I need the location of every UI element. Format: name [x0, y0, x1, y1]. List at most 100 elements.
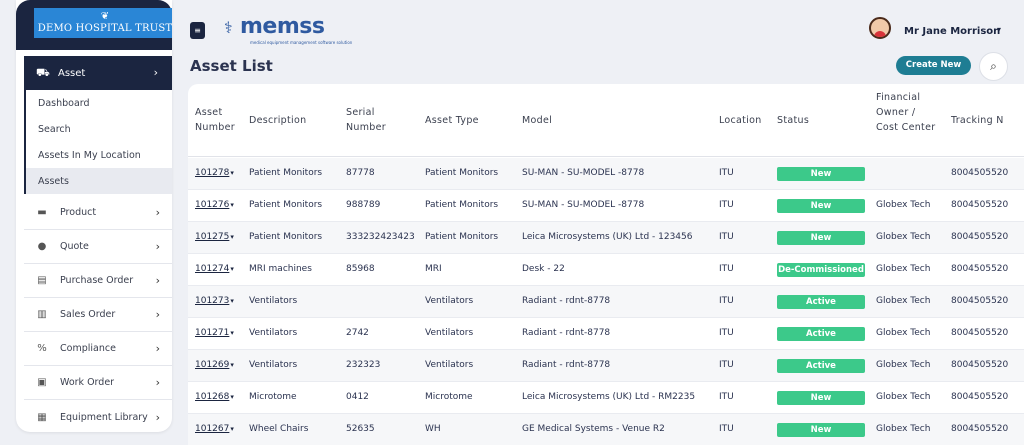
- cell-tracking-number: 8004505520: [951, 328, 1009, 338]
- asset-number: 101267: [195, 424, 230, 434]
- menu-toggle-button[interactable]: ≡: [190, 22, 205, 39]
- cell-asset-type: Ventilators: [425, 296, 474, 306]
- sidebar-item-product[interactable]: ▬ Product ›: [24, 196, 172, 230]
- asset-number: 101278: [195, 168, 230, 178]
- sidebar-item-quote[interactable]: ● Quote ›: [24, 230, 172, 264]
- cell-asset-type: Ventilators: [425, 360, 474, 370]
- status-badge: New: [777, 391, 865, 405]
- table-row[interactable]: 101278▾ Patient Monitors 87778 Patient Moni…: [188, 158, 1024, 190]
- cell-financial-owner: Globex Tech: [876, 392, 931, 402]
- asset-number: 101276: [195, 200, 230, 210]
- sidebar-item-compliance[interactable]: % Compliance ›: [24, 332, 172, 366]
- cell-asset-type: Ventilators: [425, 328, 474, 338]
- cell-model: SU-MAN - SU-MODEL -8778: [522, 200, 645, 210]
- asset-number-link[interactable]: 101274▾: [195, 264, 234, 274]
- table-row[interactable]: 101276▾ Patient Monitors 988789 Patient Mon…: [188, 190, 1024, 222]
- column-header-tracking-number[interactable]: Tracking N: [951, 113, 1004, 128]
- sidebar-item-label: Work Order: [60, 377, 115, 388]
- sidebar-menu: ▬ Product › ● Quote › ▤ Purchase Order ›…: [24, 196, 172, 432]
- cell-asset-type: Patient Monitors: [425, 168, 499, 178]
- chevron-down-icon[interactable]: ▾: [230, 425, 234, 433]
- column-header-status[interactable]: Status: [777, 113, 809, 128]
- sidebar-item-purchase-order[interactable]: ▤ Purchase Order ›: [24, 264, 172, 298]
- crest-icon: ❦: [100, 11, 110, 22]
- status-badge: New: [777, 423, 865, 437]
- chevron-right-icon: ›: [155, 376, 160, 389]
- cell-asset-type: MRI: [425, 264, 442, 274]
- table-row[interactable]: 101275▾ Patient Monitors 333232423423 Patie…: [188, 222, 1024, 254]
- sidebar-item-sales-order[interactable]: ▥ Sales Order ›: [24, 298, 172, 332]
- asset-number-link[interactable]: 101268▾: [195, 392, 234, 402]
- submenu-item-assets-in-my-location[interactable]: Assets In My Location: [26, 142, 172, 168]
- table-row[interactable]: 101271▾ Ventilators 2742 Ventilators Radiant…: [188, 318, 1024, 350]
- asset-number-link[interactable]: 101267▾: [195, 424, 234, 434]
- work-order-icon: ▣: [37, 377, 47, 388]
- cell-description: MRI machines: [249, 264, 312, 274]
- brand-logo[interactable]: ⚕ memss medical equipment management sof…: [224, 14, 352, 46]
- table-row[interactable]: 101269▾ Ventilators 232323 Ventilators Radia…: [188, 350, 1024, 382]
- cell-description: Microtome: [249, 392, 297, 402]
- cell-location: ITU: [719, 296, 734, 306]
- asset-number-link[interactable]: 101278▾: [195, 168, 234, 178]
- column-header-description[interactable]: Description: [249, 113, 306, 128]
- cell-model: Radiant - rdnt-8778: [522, 328, 611, 338]
- column-header-serial-number[interactable]: Serial Number: [346, 105, 396, 135]
- compliance-icon: %: [37, 343, 47, 354]
- sidebar-item-work-order[interactable]: ▣ Work Order ›: [24, 366, 172, 400]
- cell-serial-number: 52635: [346, 424, 375, 434]
- cell-model: GE Medical Systems - Venue R2: [522, 424, 665, 434]
- submenu-item-search[interactable]: Search: [26, 116, 172, 142]
- chevron-down-icon[interactable]: ▾: [230, 393, 234, 401]
- column-header-location[interactable]: Location: [719, 113, 762, 128]
- search-button[interactable]: ⌕: [979, 52, 1008, 81]
- cell-asset-type: Patient Monitors: [425, 200, 499, 210]
- chevron-down-icon[interactable]: ▾: [230, 329, 234, 337]
- cell-tracking-number: 8004505520: [951, 360, 1009, 370]
- cell-serial-number: 2742: [346, 328, 369, 338]
- chevron-down-icon[interactable]: ▾: [230, 233, 234, 241]
- cell-tracking-number: 8004505520: [951, 424, 1009, 434]
- submenu-item-dashboard[interactable]: Dashboard: [26, 90, 172, 116]
- column-header-asset-type[interactable]: Asset Type: [425, 113, 479, 128]
- create-new-button[interactable]: Create New: [896, 56, 971, 75]
- caduceus-icon: ⚕: [224, 18, 233, 37]
- column-header-model[interactable]: Model: [522, 113, 552, 128]
- cell-financial-owner: Globex Tech: [876, 296, 931, 306]
- asset-number-link[interactable]: 101275▾: [195, 232, 234, 242]
- chevron-down-icon[interactable]: ▾: [230, 297, 234, 305]
- sidebar-item-label: Asset: [58, 67, 86, 79]
- chevron-down-icon[interactable]: ▾: [230, 361, 234, 369]
- asset-number: 101271: [195, 328, 230, 338]
- sidebar-item-label: Compliance: [60, 343, 116, 354]
- table-row[interactable]: 101274▾ MRI machines 85968 MRI Desk - 22 ITU G…: [188, 254, 1024, 286]
- submenu-item-assets[interactable]: Assets: [26, 168, 172, 194]
- brand-name: memss: [240, 14, 325, 39]
- cell-model: Radiant - rdnt-8778: [522, 296, 611, 306]
- org-logo[interactable]: ❦ DEMO HOSPITAL TRUST: [34, 8, 172, 38]
- chevron-right-icon: ›: [155, 342, 160, 355]
- sidebar-item-asset[interactable]: ⛟ Asset ›: [24, 56, 172, 90]
- asset-submenu: Dashboard Search Assets In My Location A…: [24, 90, 172, 194]
- avatar[interactable]: [869, 17, 891, 39]
- asset-number-link[interactable]: 101269▾: [195, 360, 234, 370]
- asset-number-link[interactable]: 101276▾: [195, 200, 234, 210]
- cell-financial-owner: Globex Tech: [876, 424, 931, 434]
- chevron-down-icon[interactable]: ▾: [230, 265, 234, 273]
- chevron-down-icon[interactable]: ▾: [230, 169, 234, 177]
- table-row[interactable]: 101268▾ Microtome 0412 Microtome Leica Micro…: [188, 382, 1024, 414]
- asset-icon: ⛟: [36, 65, 50, 79]
- chevron-right-icon: ›: [153, 66, 158, 79]
- user-name[interactable]: Mr Jane Morrison: [904, 26, 1000, 37]
- chevron-down-icon[interactable]: ▾: [230, 201, 234, 209]
- column-header-financial-owner[interactable]: Financial Owner / Cost Center: [876, 90, 936, 135]
- asset-number-link[interactable]: 101273▾: [195, 296, 234, 306]
- column-header-asset-number[interactable]: Asset Number: [195, 105, 245, 135]
- table-row[interactable]: 101267▾ Wheel Chairs 52635 WH GE Medical Sys…: [188, 414, 1024, 445]
- cell-location: ITU: [719, 232, 734, 242]
- status-badge: De-Commissioned: [777, 263, 865, 277]
- caret-down-icon[interactable]: ▾: [997, 25, 1001, 34]
- sidebar-item-label: Equipment Library: [60, 411, 148, 423]
- table-row[interactable]: 101273▾ Ventilators Ventilators Radiant - r…: [188, 286, 1024, 318]
- sidebar-item-equipment-library[interactable]: ▦ Equipment Library ›: [24, 400, 172, 432]
- asset-number-link[interactable]: 101271▾: [195, 328, 234, 338]
